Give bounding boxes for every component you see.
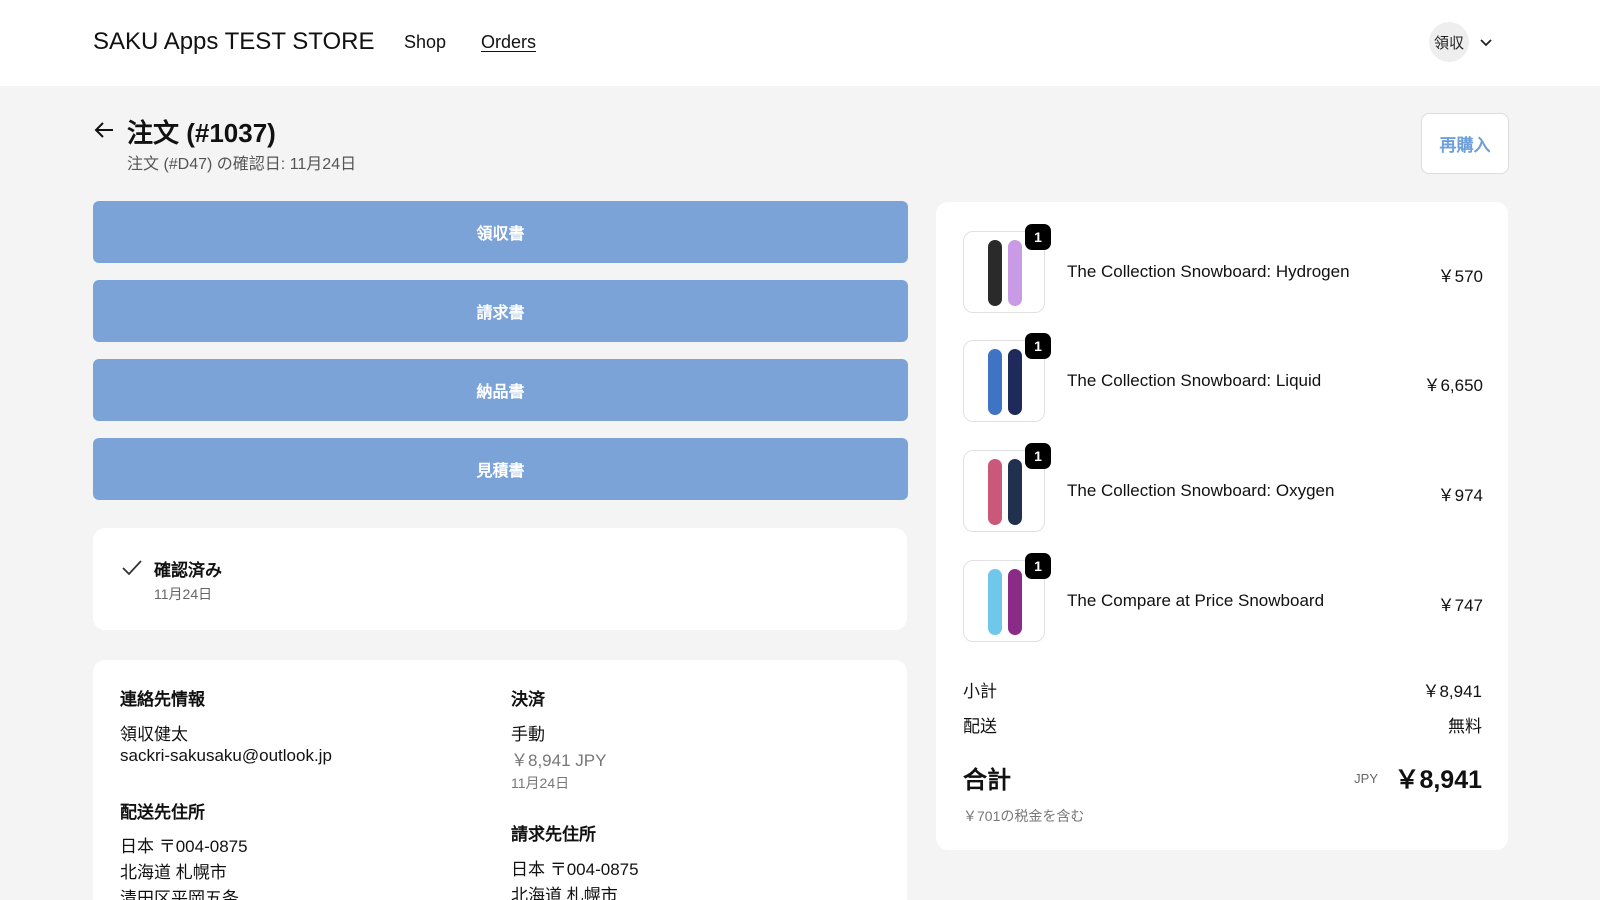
billing-line: 日本 〒004-0875 xyxy=(511,860,639,879)
payment-date: 11月24日 xyxy=(511,775,570,791)
item-name: The Collection Snowboard: Liquid xyxy=(1067,371,1322,390)
payment-method: 手動 xyxy=(511,725,545,744)
item-name: The Compare at Price Snowboard xyxy=(1067,591,1325,610)
contact-email: sackri-sakusaku@outlook.jp xyxy=(120,746,332,765)
item-price: ￥974 xyxy=(1437,486,1483,505)
billing-line: 北海道 札幌市 xyxy=(511,886,618,900)
billing-heading: 請求先住所 xyxy=(511,825,596,844)
subtotal-value: ￥8,941 xyxy=(1422,682,1482,701)
nav-orders-link[interactable]: Orders xyxy=(481,32,536,53)
shipping-line: 日本 〒004-0875 xyxy=(120,837,248,856)
contact-name: 領収健太 xyxy=(120,725,188,744)
receipt-button[interactable]: 領収書 xyxy=(93,201,908,263)
payment-amount: ￥8,941 JPY xyxy=(511,751,607,770)
line-item: 1 The Compare at Price Snowboard ￥747 xyxy=(963,553,1483,644)
quotation-button[interactable]: 見積書 xyxy=(93,438,908,500)
delivery-note-button[interactable]: 納品書 xyxy=(93,359,908,421)
contact-heading: 連絡先情報 xyxy=(120,690,205,709)
shipping-line: 清田区平岡五条 xyxy=(120,889,239,900)
item-price: ￥747 xyxy=(1437,596,1483,615)
item-name: The Collection Snowboard: Oxygen xyxy=(1067,481,1335,500)
quantity-badge: 1 xyxy=(1025,443,1051,469)
line-item: 1 The Collection Snowboard: Hydrogen ￥57… xyxy=(963,224,1483,315)
quantity-badge: 1 xyxy=(1025,333,1051,359)
customer-info-card: 連絡先情報 領収健太 sackri-sakusaku@outlook.jp 配送… xyxy=(93,660,907,900)
rebuy-button[interactable]: 再購入 xyxy=(1421,113,1509,174)
quantity-badge: 1 xyxy=(1025,553,1051,579)
check-icon xyxy=(122,560,142,576)
total-value: ￥8,941 xyxy=(1394,766,1482,794)
quantity-badge: 1 xyxy=(1025,224,1051,250)
total-label: 合計 xyxy=(963,767,1011,794)
status-label: 確認済み xyxy=(154,561,222,580)
order-summary-card: 1 The Collection Snowboard: Hydrogen ￥57… xyxy=(936,202,1508,850)
page-title: 注文 (#1037) xyxy=(127,118,276,148)
shipping-line: 北海道 札幌市 xyxy=(120,863,227,882)
line-item: 1 The Collection Snowboard: Liquid ￥6,65… xyxy=(963,333,1483,424)
shipping-label: 配送 xyxy=(963,717,997,736)
item-name: The Collection Snowboard: Hydrogen xyxy=(1067,262,1350,281)
status-date: 11月24日 xyxy=(154,586,213,602)
chevron-down-icon[interactable] xyxy=(1479,35,1493,49)
total-currency: JPY xyxy=(1354,771,1378,786)
shipping-heading: 配送先住所 xyxy=(120,803,205,822)
order-subtitle: 注文 (#D47) の確認日: 11月24日 xyxy=(127,156,357,173)
tax-note: ￥701の税金を含む xyxy=(963,808,1085,824)
invoice-button[interactable]: 請求書 xyxy=(93,280,908,342)
nav-shop-link[interactable]: Shop xyxy=(404,32,446,53)
store-name[interactable]: SAKU Apps TEST STORE xyxy=(93,28,374,56)
item-price: ￥6,650 xyxy=(1423,376,1483,395)
store-header: SAKU Apps TEST STORE Shop Orders 領収 xyxy=(0,0,1600,86)
subtotal-label: 小計 xyxy=(963,682,997,701)
status-card: 確認済み 11月24日 xyxy=(93,528,907,630)
line-item: 1 The Collection Snowboard: Oxygen ￥974 xyxy=(963,443,1483,534)
account-menu[interactable]: 領収 xyxy=(1429,22,1493,62)
back-arrow-icon[interactable] xyxy=(92,118,116,142)
account-avatar[interactable]: 領収 xyxy=(1429,22,1469,62)
payment-heading: 決済 xyxy=(511,690,545,709)
shipping-value: 無料 xyxy=(1448,717,1482,736)
item-price: ￥570 xyxy=(1437,267,1483,286)
